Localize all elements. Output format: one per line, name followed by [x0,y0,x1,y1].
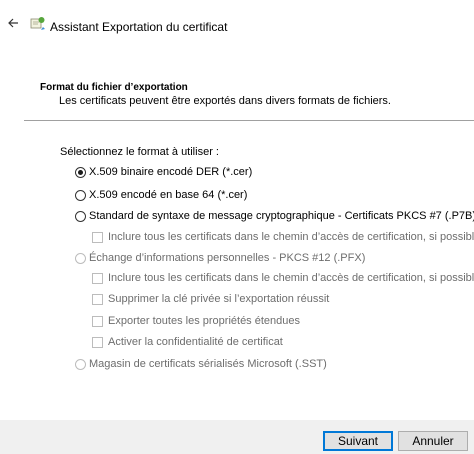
checkbox-pfx-include-all-label: Inclure tous les certificats dans le che… [108,272,474,284]
back-arrow-icon [8,18,18,28]
radio-sst[interactable] [75,358,86,370]
certificate-wizard-icon [30,17,45,30]
checkbox-pfx-delete-key[interactable]: Supprimer la clé privée si l’exportation… [92,293,329,305]
option-sst[interactable]: Magasin de certificats sérialisés Micros… [75,358,327,370]
checkbox-p7b-include-all-box[interactable] [92,231,103,243]
window-title: Assistant Exportation du certificat [50,20,228,34]
checkbox-pfx-export-props[interactable]: Exporter toutes les propriétés étendues [92,315,300,327]
checkbox-pfx-delete-key-box[interactable] [92,293,103,305]
option-sst-label: Magasin de certificats sérialisés Micros… [89,358,327,370]
checkbox-p7b-include-all-label: Inclure tous les certificats dans le che… [108,231,474,243]
checkbox-pfx-privacy-box[interactable] [92,336,103,348]
header-divider [24,120,474,121]
format-prompt: Sélectionnez le format à utiliser : [60,146,219,158]
option-der[interactable]: X.509 binaire encodé DER (*.cer) [75,166,252,178]
checkbox-pfx-include-all[interactable]: Inclure tous les certificats dans le che… [92,272,474,284]
radio-pfx[interactable] [75,252,86,264]
option-p7b-label: Standard de syntaxe de message cryptogra… [89,210,474,222]
cancel-button[interactable]: Annuler [398,431,468,451]
radio-base64[interactable] [75,189,86,201]
certificate-export-wizard: Assistant Exportation du certificat Form… [0,0,474,454]
checkbox-pfx-delete-key-label: Supprimer la clé privée si l’exportation… [108,293,330,305]
option-pfx-label: Échange d’informations personnelles - PK… [89,252,366,264]
option-base64[interactable]: X.509 encodé en base 64 (*.cer) [75,189,247,201]
option-p7b[interactable]: Standard de syntaxe de message cryptogra… [75,210,474,222]
next-button[interactable]: Suivant [323,431,393,451]
checkbox-p7b-include-all[interactable]: Inclure tous les certificats dans le che… [92,231,474,243]
checkbox-pfx-export-props-label: Exporter toutes les propriétés étendues [108,315,301,327]
checkbox-pfx-include-all-box[interactable] [92,272,103,284]
radio-p7b[interactable] [75,210,86,222]
section-description: Les certificats peuvent être exportés da… [59,95,391,107]
back-button[interactable] [4,14,22,32]
checkbox-pfx-export-props-box[interactable] [92,315,103,327]
radio-der[interactable] [75,166,86,178]
option-base64-label: X.509 encodé en base 64 (*.cer) [89,189,248,201]
checkbox-pfx-privacy-label: Activer la confidentialité de certificat [108,336,283,348]
option-pfx[interactable]: Échange d’informations personnelles - PK… [75,252,365,264]
checkbox-pfx-privacy[interactable]: Activer la confidentialité de certificat [92,336,283,348]
section-heading: Format du fichier d’exportation [40,82,188,93]
header-panel: Format du fichier d’exportation Les cert… [24,70,474,120]
title-bar: Assistant Exportation du certificat [0,0,474,46]
option-der-label: X.509 binaire encodé DER (*.cer) [89,166,253,178]
